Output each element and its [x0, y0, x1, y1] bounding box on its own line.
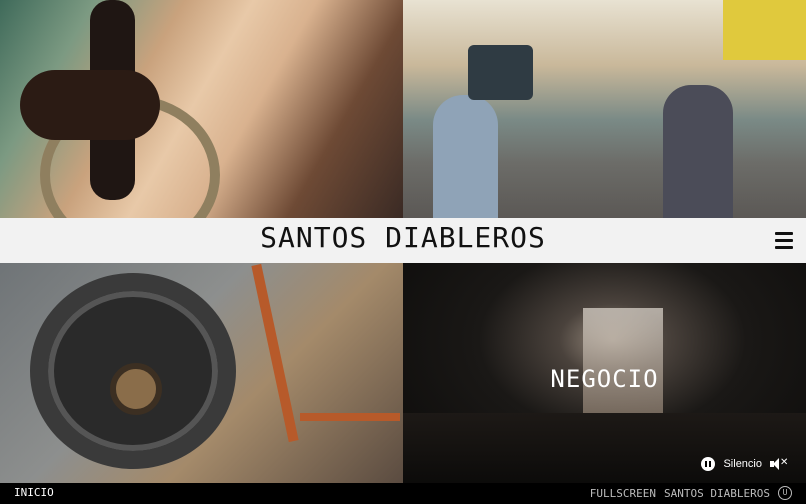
- photo-cart-wheel: [0, 263, 403, 483]
- decor-truck: [468, 45, 533, 100]
- inicio-link[interactable]: INICIO: [14, 486, 54, 499]
- site-header: SANTOS DIABLEROS: [0, 218, 806, 263]
- decor-wheel-hub: [110, 363, 162, 415]
- footer-brand-link[interactable]: SANTOS DIABLEROS: [664, 487, 770, 500]
- negocio-link[interactable]: NEGOCIO: [403, 365, 806, 393]
- mute-icon[interactable]: ✕: [770, 457, 789, 471]
- menu-bar-line: [775, 232, 793, 235]
- sound-status-label: Silencio: [723, 458, 762, 470]
- decor-hand: [20, 70, 160, 140]
- photo-hands-rope: [0, 0, 403, 218]
- hamburger-menu-icon[interactable]: [775, 232, 793, 249]
- photo-market-street: [403, 0, 806, 218]
- sound-controls: Silencio ✕: [701, 457, 789, 471]
- menu-bar-line: [775, 239, 793, 242]
- footer-right-group: FULLSCREEN SANTOS DIABLEROS U: [590, 486, 792, 500]
- decor-corridor-floor: [403, 413, 806, 483]
- photo-corridor[interactable]: NEGOCIO Silencio ✕: [403, 263, 806, 483]
- brand-logo-icon: U: [778, 486, 792, 500]
- pause-icon[interactable]: [701, 457, 716, 471]
- decor-person-hoodie: [433, 95, 498, 218]
- decor-cart-rail: [300, 413, 400, 421]
- menu-bar-line: [775, 246, 793, 249]
- decor-cart-rail: [251, 263, 299, 443]
- mute-x-mark: ✕: [780, 457, 789, 468]
- site-title[interactable]: SANTOS DIABLEROS: [0, 221, 806, 254]
- decor-corridor-light: [583, 308, 663, 418]
- decor-person-walking: [663, 85, 733, 218]
- fullscreen-link[interactable]: FULLSCREEN: [590, 487, 656, 500]
- site-footer: INICIO FULLSCREEN SANTOS DIABLEROS U: [0, 483, 806, 504]
- decor-stall-canopy: [723, 0, 806, 60]
